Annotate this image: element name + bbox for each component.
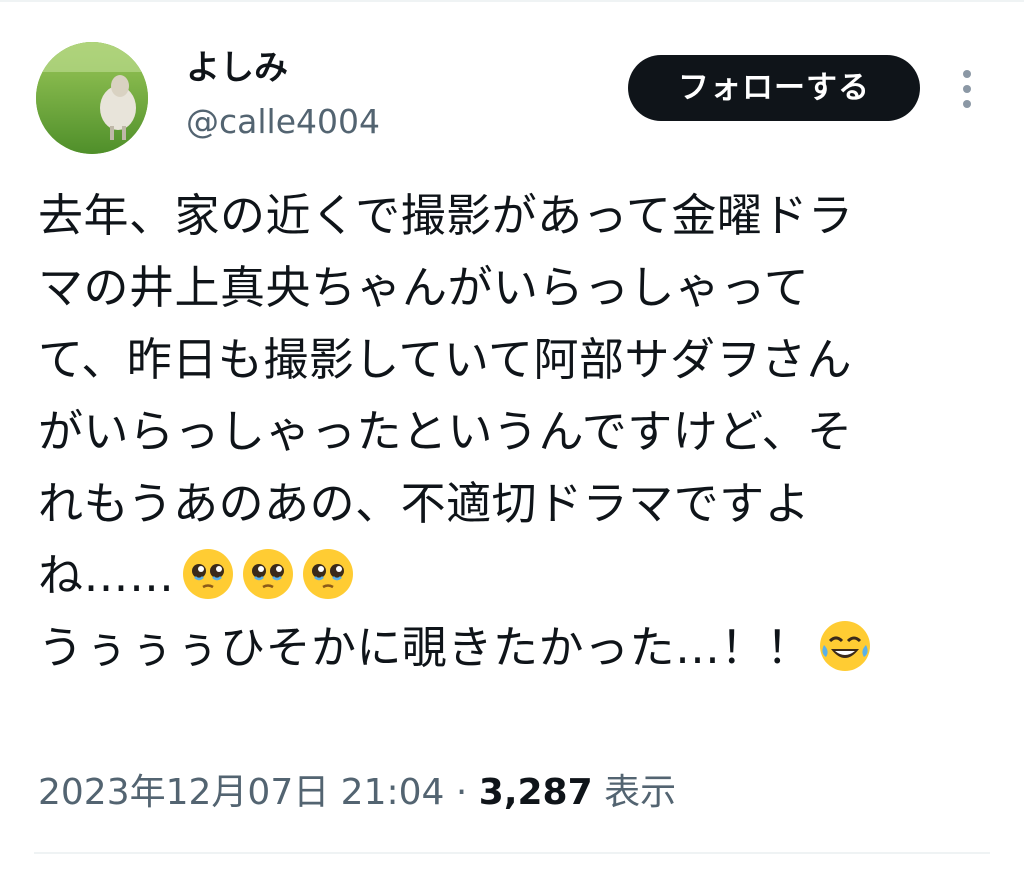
tweet-line: ね…… — [38, 549, 175, 602]
tweet-line: がいらっしゃったというんですけど、そ — [38, 405, 853, 458]
pleading-face-emoji — [182, 549, 233, 599]
views-label: 表示 — [592, 772, 677, 813]
tweet-line: れもうあのあの、不適切ドラマですよ — [38, 477, 811, 530]
views-count: 3,287 — [478, 772, 593, 813]
more-dot — [963, 100, 971, 108]
more-dot — [963, 70, 971, 78]
top-divider — [0, 0, 1024, 2]
tweet-meta: 2023年12月07日 21:04 · 3,287 表示 — [38, 768, 676, 818]
tweet-line-with-emoji: うぅぅぅひそかに覗きたかった…！！ — [38, 612, 968, 684]
tears-of-joy-emoji — [819, 621, 870, 671]
pleading-face-emoji — [302, 549, 353, 599]
pleading-face-emoji — [242, 549, 293, 599]
user-handle[interactable]: @calle4004 — [186, 100, 380, 144]
timestamp[interactable]: 2023年12月07日 21:04 — [38, 772, 444, 813]
meta-separator: · — [444, 772, 479, 813]
follow-button[interactable]: フォローする — [628, 55, 920, 121]
avatar[interactable] — [36, 42, 148, 154]
tweet-line: て、昨日も撮影していて阿部サダヲさん — [38, 333, 853, 386]
display-name[interactable]: よしみ — [186, 46, 288, 90]
more-dot — [963, 85, 971, 93]
bottom-divider — [34, 852, 990, 854]
tweet-text: 去年、家の近くで撮影があって金曜ドラ マの井上真央ちゃんがいらっしゃって て、昨… — [38, 180, 968, 684]
tweet-line: うぅぅぅひそかに覗きたかった…！！ — [38, 621, 812, 674]
sheep-avatar-icon — [36, 42, 148, 154]
tweet-line-with-emoji: ね…… — [38, 540, 968, 612]
tweet-line: マの井上真央ちゃんがいらっしゃって — [38, 261, 810, 314]
more-vertical-icon[interactable] — [952, 66, 982, 112]
tweet-line: 去年、家の近くで撮影があって金曜ドラ — [38, 189, 854, 242]
